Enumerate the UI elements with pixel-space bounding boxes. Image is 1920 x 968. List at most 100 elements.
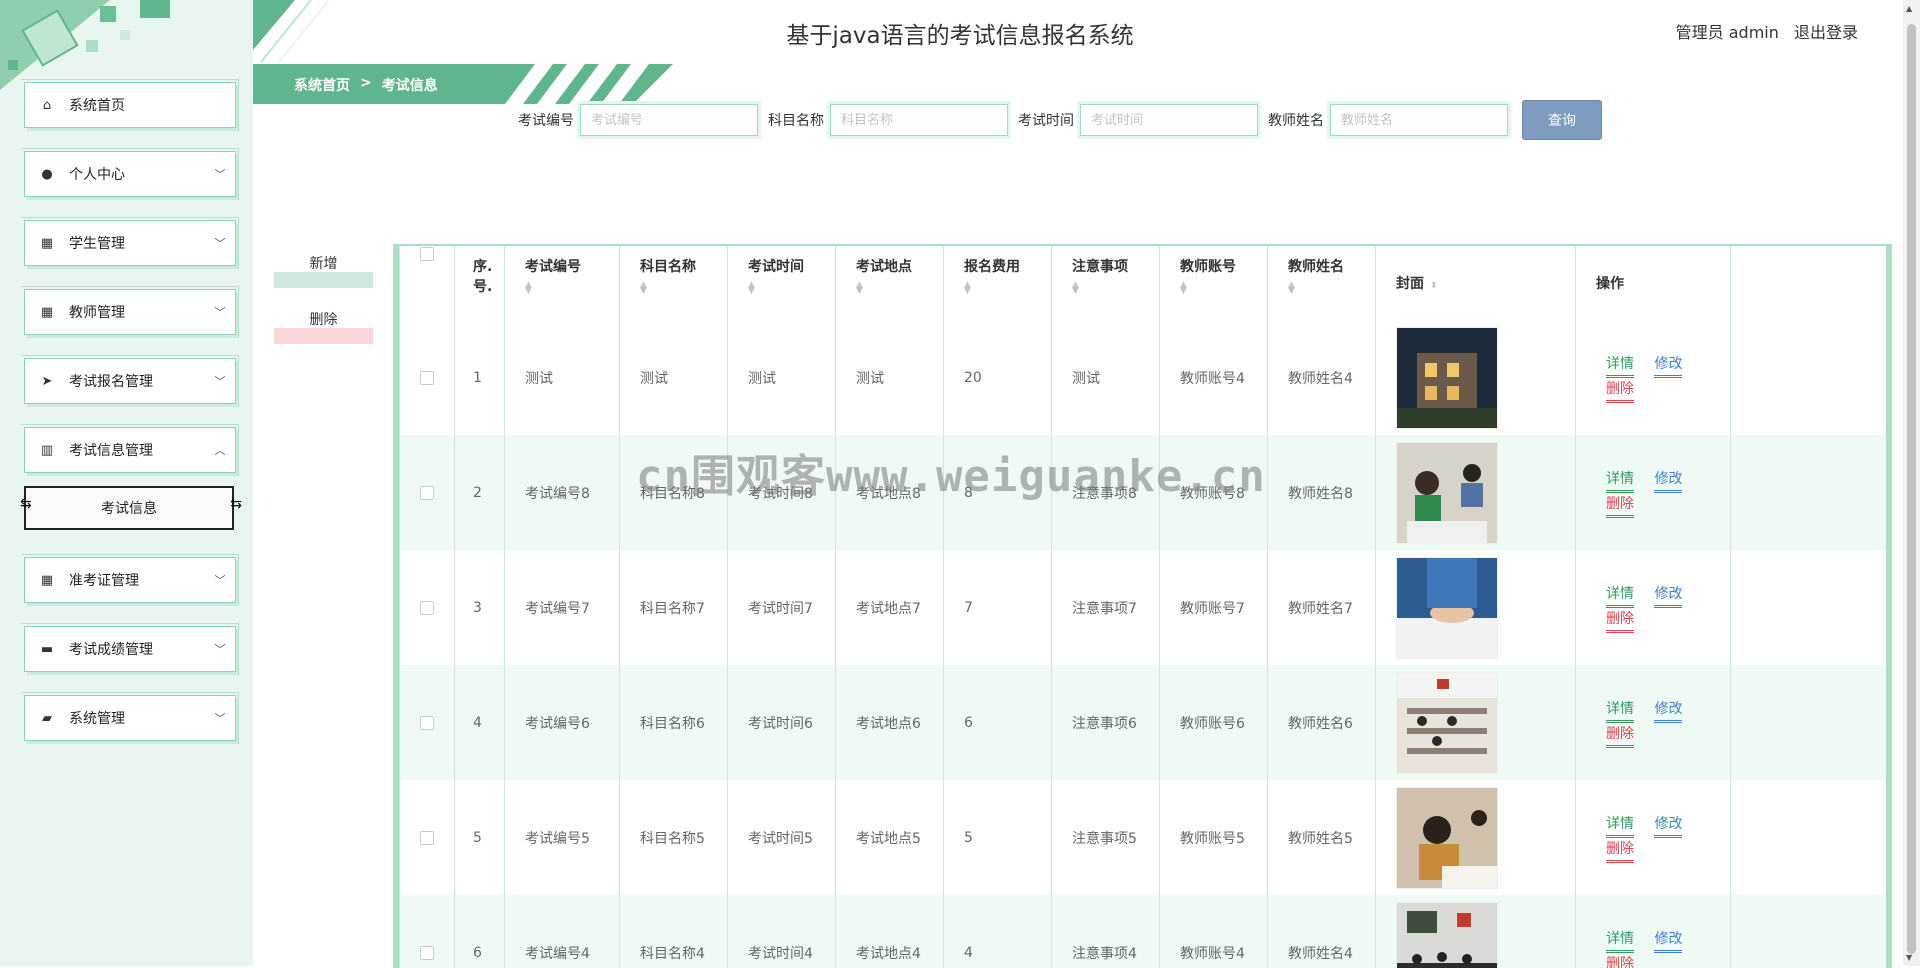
col-header-place[interactable]: 考试地点▲▼ — [836, 246, 944, 320]
detail-link[interactable]: 详情 — [1606, 928, 1634, 953]
edit-link[interactable]: 修改 — [1654, 928, 1682, 953]
sort-icon[interactable]: ▲▼ — [640, 282, 727, 294]
cell-spacer — [1731, 435, 1886, 550]
cell-notes: 注意事项6 — [1052, 665, 1160, 780]
cell-teacher-account: 教师账号5 — [1160, 780, 1268, 895]
col-header-teacher-account[interactable]: 教师账号▲▼ — [1160, 246, 1268, 320]
sort-icon[interactable]: ▲▼ — [856, 282, 943, 294]
send-icon: ➤ — [25, 374, 69, 389]
search-label: 教师姓名 — [1268, 110, 1324, 130]
detail-link[interactable]: 详情 — [1606, 698, 1634, 723]
col-header-teacher-name[interactable]: 教师姓名▲▼ — [1268, 246, 1376, 320]
subject-input[interactable] — [830, 104, 1008, 136]
table-row: 3考试编号7科目名称7考试时间7考试地点77注意事项7教师账号7教师姓名7 详情… — [400, 550, 1887, 665]
teacher-name-input[interactable] — [1330, 104, 1508, 136]
row-select-cell — [400, 320, 455, 435]
detail-link[interactable]: 详情 — [1606, 468, 1634, 493]
delete-link[interactable]: 删除 — [1606, 838, 1634, 863]
exam-code-input[interactable] — [580, 104, 758, 136]
sort-icon[interactable]: ▲▼ — [1288, 282, 1375, 294]
detail-link[interactable]: 详情 — [1606, 583, 1634, 608]
exam-hall-photo[interactable] — [1396, 672, 1498, 774]
logout-link[interactable]: 退出登录 — [1794, 23, 1858, 42]
col-header-notes[interactable]: 注意事项▲▼ — [1052, 246, 1160, 320]
sidebar-item-students[interactable]: ▦ 学生管理 ﹀ — [24, 220, 236, 266]
edit-link[interactable]: 修改 — [1654, 468, 1682, 493]
chevron-down-icon: ﹀ — [205, 166, 235, 182]
search-label: 考试编号 — [518, 110, 574, 130]
cell-teacher-account: 教师账号7 — [1160, 550, 1268, 665]
table-header-row: 序.号. 考试编号▲▼ 科目名称▲▼ 考试时间▲▼ 考试地点▲▼ 报名费用▲▼ … — [400, 246, 1887, 320]
sidebar-item-exam-info[interactable]: ▥ 考试信息管理 ︿ — [24, 427, 236, 473]
sidebar-subitem-exam-info[interactable]: ⇆ 考试信息 ⇆ — [24, 486, 234, 530]
sort-icon[interactable]: ⬍ — [1430, 281, 1438, 291]
sidebar-item-admission-ticket[interactable]: ▦ 准考证管理 ﹀ — [24, 557, 236, 603]
row-checkbox[interactable] — [420, 371, 434, 385]
sort-icon[interactable]: ▲▼ — [1180, 282, 1267, 294]
query-button[interactable]: 查询 — [1522, 100, 1602, 140]
students-exam-photo[interactable] — [1396, 442, 1498, 544]
delete-link[interactable]: 删除 — [1606, 608, 1634, 633]
detail-link[interactable]: 详情 — [1606, 813, 1634, 838]
edit-link[interactable]: 修改 — [1654, 698, 1682, 723]
row-checkbox[interactable] — [420, 946, 434, 960]
row-checkbox[interactable] — [420, 601, 434, 615]
writing-hand-photo[interactable] — [1396, 557, 1498, 659]
sidebar-item-home[interactable]: ⌂ 系统首页 — [24, 82, 236, 128]
sidebar-item-registration[interactable]: ➤ 考试报名管理 ﹀ — [24, 358, 236, 404]
search-field-subject: 科目名称 — [768, 104, 1008, 136]
sidebar-item-teachers[interactable]: ▦ 教师管理 ﹀ — [24, 289, 236, 335]
delete-link[interactable]: 删除 — [1606, 723, 1634, 748]
cell-teacher-name: 教师姓名8 — [1268, 435, 1376, 550]
col-header-exam-code[interactable]: 考试编号 ▲▼ — [505, 246, 620, 320]
sort-icon[interactable]: ▲▼ — [748, 282, 835, 294]
breadcrumb-home[interactable]: 系统首页 — [294, 75, 350, 95]
cell-index: 5 — [455, 780, 505, 895]
search-bar: 考试编号 科目名称 考试时间 教师姓名 查询 — [518, 100, 1602, 140]
sidebar-item-system[interactable]: ▰ 系统管理 ﹀ — [24, 695, 236, 741]
chevron-down-icon: ﹀ — [205, 304, 235, 320]
sort-icon[interactable]: ▲▼ — [964, 282, 1051, 294]
col-header-spacer — [1731, 246, 1886, 320]
sidebar-item-personal[interactable]: ● 个人中心 ﹀ — [24, 151, 236, 197]
edit-link[interactable]: 修改 — [1654, 813, 1682, 838]
detail-link[interactable]: 详情 — [1606, 353, 1634, 378]
cell-actions: 详情 修改 删除 — [1576, 665, 1731, 780]
delete-link[interactable]: 删除 — [1606, 493, 1634, 518]
col-header-label: 考试编号 — [525, 259, 581, 275]
exam-time-input[interactable] — [1080, 104, 1258, 136]
row-select-cell — [400, 895, 455, 968]
row-checkbox[interactable] — [420, 716, 434, 730]
scrollbar-thumb[interactable] — [1907, 24, 1916, 954]
scroll-down-icon[interactable]: ▼ — [1906, 953, 1912, 962]
col-header-time[interactable]: 考试时间▲▼ — [728, 246, 836, 320]
edit-link[interactable]: 修改 — [1654, 583, 1682, 608]
cell-place: 考试地点6 — [836, 665, 944, 780]
sidebar-item-scores[interactable]: ▬ 考试成绩管理 ﹀ — [24, 626, 236, 672]
add-button[interactable]: 新增 — [274, 254, 373, 288]
cell-teacher-account: 教师账号6 — [1160, 665, 1268, 780]
col-header-subject[interactable]: 科目名称▲▼ — [620, 246, 728, 320]
classroom-photo[interactable] — [1396, 902, 1498, 968]
sort-icon[interactable]: ▲▼ — [525, 282, 619, 294]
cell-index: 1 — [455, 320, 505, 435]
batch-delete-button[interactable]: 删除 — [274, 310, 373, 344]
double-arrow-icon: ⇆ — [230, 496, 242, 512]
student-desk-photo[interactable] — [1396, 787, 1498, 889]
scroll-up-icon[interactable]: ▲ — [1906, 4, 1912, 13]
row-checkbox[interactable] — [420, 486, 434, 500]
sort-icon[interactable]: ▲▼ — [1072, 282, 1159, 294]
col-header-fee[interactable]: 报名费用▲▼ — [944, 246, 1052, 320]
cell-fee: 5 — [944, 780, 1052, 895]
sidebar-item-label: 系统管理 — [69, 708, 205, 728]
vertical-scrollbar[interactable]: ▲ ▼ — [1903, 0, 1920, 966]
delete-link[interactable]: 删除 — [1606, 378, 1634, 403]
select-all-checkbox[interactable] — [420, 247, 434, 261]
row-checkbox[interactable] — [420, 831, 434, 845]
cell-subject: 科目名称8 — [620, 435, 728, 550]
night-building-photo[interactable] — [1396, 327, 1498, 429]
sidebar-item-label: 教师管理 — [69, 302, 205, 322]
edit-link[interactable]: 修改 — [1654, 353, 1682, 378]
search-field-teacher: 教师姓名 — [1268, 104, 1508, 136]
col-header-cover[interactable]: 封面⬍ — [1376, 246, 1576, 320]
